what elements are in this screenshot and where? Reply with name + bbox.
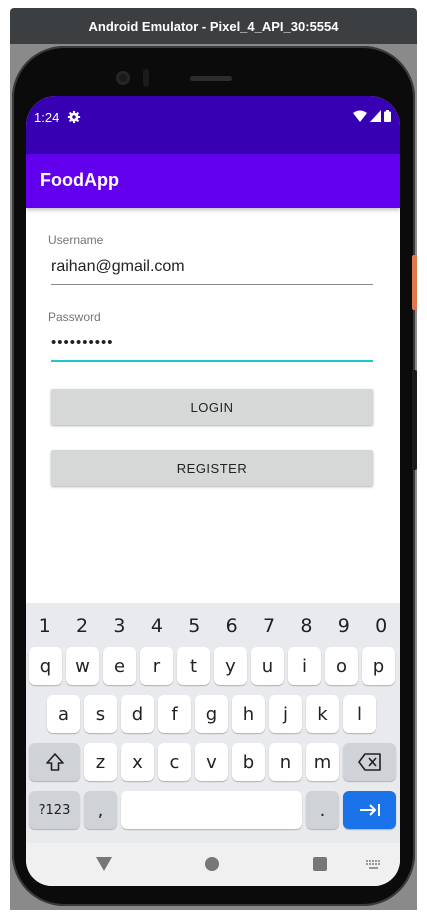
period-key[interactable]: . <box>306 791 339 829</box>
key-n[interactable]: n <box>269 743 302 781</box>
front-camera-icon <box>116 71 130 85</box>
app-title: FoodApp <box>40 170 119 190</box>
key-y[interactable]: y <box>214 647 247 685</box>
soft-keyboard: 1 2 3 4 5 6 7 8 9 0 q w e r t y u i o p … <box>26 603 400 843</box>
key-6[interactable]: 6 <box>217 615 247 637</box>
key-l[interactable]: l <box>343 695 376 733</box>
username-field[interactable]: raihan@gmail.com <box>51 250 373 285</box>
recents-icon[interactable] <box>313 857 327 871</box>
comma-key[interactable]: , <box>84 791 117 829</box>
key-m[interactable]: m <box>306 743 339 781</box>
key-8[interactable]: 8 <box>291 615 321 637</box>
navigation-bar <box>26 843 400 886</box>
shift-key[interactable] <box>29 743 80 781</box>
phone-screen: 1:24 FoodApp Username raihan@gmail.com P… <box>26 96 400 886</box>
backspace-key[interactable] <box>343 743 396 781</box>
key-5[interactable]: 5 <box>179 615 209 637</box>
key-z[interactable]: z <box>84 743 117 781</box>
back-icon[interactable] <box>96 857 112 871</box>
keyboard-row-4: ?123 , . <box>26 791 400 829</box>
keyboard-switcher-icon[interactable] <box>366 860 382 870</box>
shift-arrow-icon <box>45 753 64 771</box>
key-o[interactable]: o <box>325 647 358 685</box>
key-3[interactable]: 3 <box>104 615 134 637</box>
cell-signal-icon <box>370 110 381 122</box>
key-p[interactable]: p <box>362 647 395 685</box>
proximity-sensor <box>143 69 149 87</box>
key-c[interactable]: c <box>158 743 191 781</box>
backspace-icon <box>357 753 381 771</box>
tab-arrow-icon <box>359 804 380 816</box>
emulator-title-bar: Android Emulator - Pixel_4_API_30:5554 <box>10 8 417 44</box>
key-f[interactable]: f <box>158 695 191 733</box>
status-bar: 1:24 <box>26 96 400 154</box>
wifi-icon <box>353 110 367 122</box>
login-button[interactable]: LOGIN <box>51 389 373 425</box>
key-q[interactable]: q <box>29 647 62 685</box>
username-value: raihan@gmail.com <box>51 258 185 275</box>
volume-button[interactable] <box>412 370 417 470</box>
status-time: 1:24 <box>34 110 60 125</box>
key-r[interactable]: r <box>140 647 173 685</box>
key-e[interactable]: e <box>103 647 136 685</box>
key-x[interactable]: x <box>121 743 154 781</box>
earpiece-speaker <box>190 76 232 81</box>
keyboard-row-3: z x c v b n m <box>26 743 400 781</box>
keyboard-row-2: a s d f g h j k l <box>26 695 400 733</box>
space-key[interactable] <box>121 791 302 829</box>
key-w[interactable]: w <box>66 647 99 685</box>
keyboard-row-1: q w e r t y u i o p <box>26 647 400 685</box>
key-h[interactable]: h <box>232 695 265 733</box>
key-s[interactable]: s <box>84 695 117 733</box>
key-v[interactable]: v <box>195 743 228 781</box>
key-k[interactable]: k <box>306 695 339 733</box>
key-a[interactable]: a <box>47 695 80 733</box>
status-icons <box>353 110 391 122</box>
username-label: Username <box>48 233 104 247</box>
password-value: •••••••••• <box>51 334 114 351</box>
key-9[interactable]: 9 <box>329 615 359 637</box>
password-label: Password <box>48 310 101 324</box>
key-d[interactable]: d <box>121 695 154 733</box>
keyboard-number-row: 1 2 3 4 5 6 7 8 9 0 <box>26 611 400 641</box>
symbols-key[interactable]: ?123 <box>29 791 80 829</box>
key-g[interactable]: g <box>195 695 228 733</box>
enter-next-key[interactable] <box>343 791 396 829</box>
emulator-title: Android Emulator - Pixel_4_API_30:5554 <box>88 18 339 34</box>
key-j[interactable]: j <box>269 695 302 733</box>
register-button[interactable]: REGISTER <box>51 450 373 486</box>
key-u[interactable]: u <box>251 647 284 685</box>
app-bar: FoodApp <box>26 154 400 208</box>
key-t[interactable]: t <box>177 647 210 685</box>
key-b[interactable]: b <box>232 743 265 781</box>
settings-gear-icon <box>67 110 81 124</box>
home-icon[interactable] <box>205 857 219 871</box>
key-2[interactable]: 2 <box>67 615 97 637</box>
key-7[interactable]: 7 <box>254 615 284 637</box>
key-1[interactable]: 1 <box>30 615 60 637</box>
key-4[interactable]: 4 <box>142 615 172 637</box>
battery-icon <box>384 110 391 122</box>
key-0[interactable]: 0 <box>366 615 396 637</box>
key-i[interactable]: i <box>288 647 321 685</box>
power-button[interactable] <box>412 255 417 310</box>
password-field[interactable]: •••••••••• <box>51 326 373 362</box>
